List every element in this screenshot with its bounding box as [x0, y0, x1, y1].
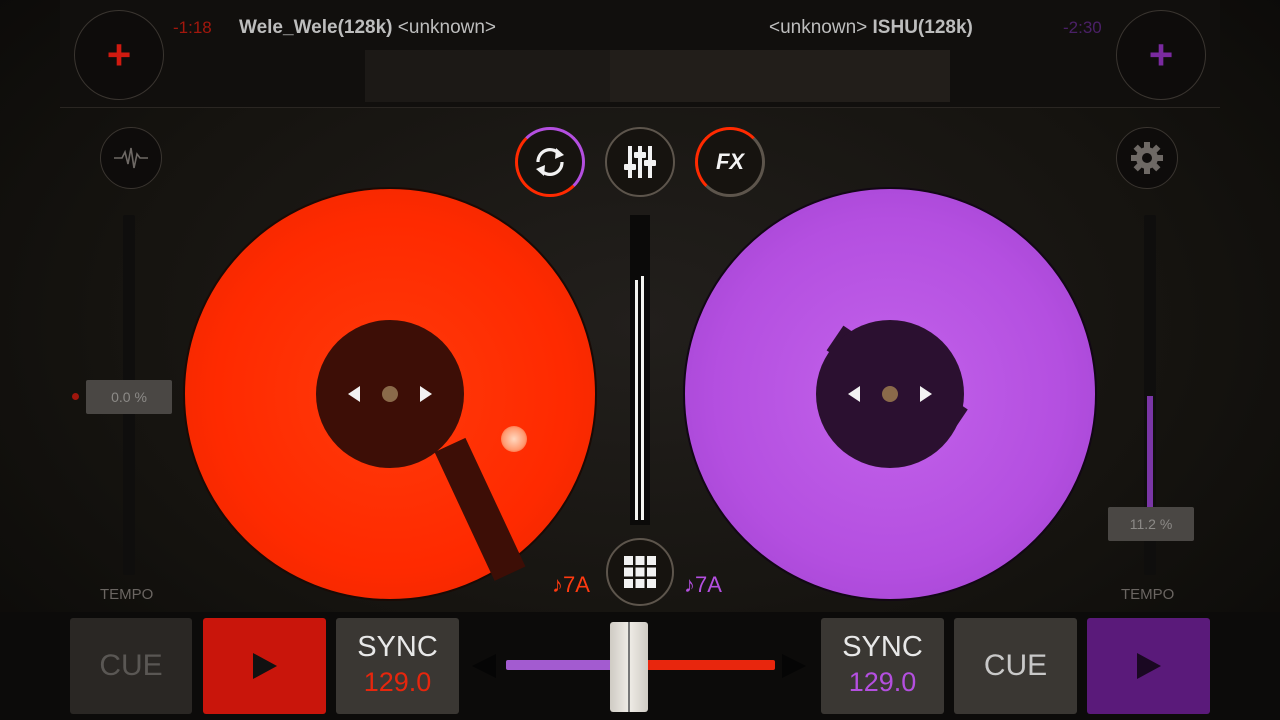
deck-a-sync-button[interactable]: SYNC 129.0 [336, 618, 459, 714]
crossfader-track-deck-a[interactable] [630, 660, 775, 670]
deck-b-center-label[interactable] [816, 320, 964, 468]
deck-b-add-track-button[interactable]: + [1116, 10, 1206, 100]
sync-loop-button[interactable] [515, 127, 585, 197]
fx-button[interactable]: FX [695, 127, 765, 197]
deck-a-time: -1:18 [173, 18, 212, 37]
spindle-dot [882, 386, 898, 402]
volume-meter-right-bar [641, 276, 644, 520]
pitch-bend-right-icon[interactable] [420, 386, 432, 402]
spindle-dot [382, 386, 398, 402]
deck-b-bpm: 129.0 [848, 667, 917, 698]
gear-icon [1131, 142, 1163, 174]
deck-a-tempo-center-marker [72, 393, 79, 400]
grid-icon [624, 556, 656, 588]
sync-loop-icon [536, 148, 564, 176]
deck-b-artist: <unknown> [769, 17, 868, 38]
crossfader-right-arrow-icon[interactable] [782, 654, 806, 678]
deck-a-waveform-button[interactable] [100, 127, 162, 189]
deck-b-sync-button[interactable]: SYNC 129.0 [821, 618, 944, 714]
pitch-bend-left-icon[interactable] [348, 386, 360, 402]
deck-b-tempo-label: TEMPO [1121, 586, 1175, 603]
deck-a-track-info[interactable]: Wele_Wele(128k) <unknown> [239, 17, 496, 39]
deck-a-artist: <unknown> [397, 17, 497, 38]
deck-b-track-info[interactable]: <unknown> ISHU(128k) [769, 17, 973, 39]
waveform-deck-b[interactable] [610, 50, 950, 102]
plus-icon: + [1148, 31, 1174, 78]
crossfader-handle[interactable] [610, 622, 648, 712]
plus-icon: + [106, 31, 132, 78]
deck-b-key[interactable]: ♪7A [684, 572, 722, 598]
deck-b-play-button[interactable] [1087, 618, 1210, 714]
fx-label: FX [715, 149, 745, 174]
deck-b-tempo-value[interactable]: 11.2 % [1108, 507, 1194, 541]
crossfader-track-deck-b[interactable] [506, 660, 626, 670]
deck-a-play-button[interactable] [203, 618, 326, 714]
dj-app: + + -1:18 Wele_Wele(128k) <unknown> <unk… [0, 0, 1280, 720]
top-bar [60, 0, 1220, 108]
touch-indicator [501, 426, 527, 452]
deck-b-title: ISHU(128k) [872, 17, 973, 38]
play-icon [1136, 653, 1161, 679]
deck-b-time: -2:30 [1063, 18, 1102, 37]
pitch-bend-right-icon[interactable] [920, 386, 932, 402]
mixer-sliders-icon [624, 146, 656, 178]
deck-a-tempo-label: TEMPO [100, 586, 154, 603]
deck-a-cue-button[interactable]: CUE [70, 618, 192, 714]
volume-meter [630, 215, 650, 525]
pads-grid-button[interactable] [606, 538, 674, 606]
deck-a-sync-label: SYNC [357, 631, 438, 664]
deck-a-key[interactable]: ♪7A [552, 572, 590, 598]
deck-a-add-track-button[interactable]: + [74, 10, 164, 100]
pulse-icon [114, 147, 148, 169]
pitch-bend-left-icon[interactable] [848, 386, 860, 402]
deck-a-tempo-value[interactable]: 0.0 % [86, 380, 172, 414]
volume-meter-left-bar [635, 280, 638, 520]
play-icon [252, 653, 277, 679]
crossfader-left-arrow-icon[interactable] [472, 654, 496, 678]
deck-a-center-label[interactable] [316, 320, 464, 468]
deck-b-sync-label: SYNC [842, 631, 923, 664]
mixer-button[interactable] [605, 127, 675, 197]
deck-a-bpm: 129.0 [363, 667, 432, 698]
deck-a-title: Wele_Wele(128k) [239, 17, 393, 38]
deck-b-tempo-fill [1147, 396, 1153, 508]
deck-b-cue-button[interactable]: CUE [954, 618, 1077, 714]
settings-button[interactable] [1116, 127, 1178, 189]
